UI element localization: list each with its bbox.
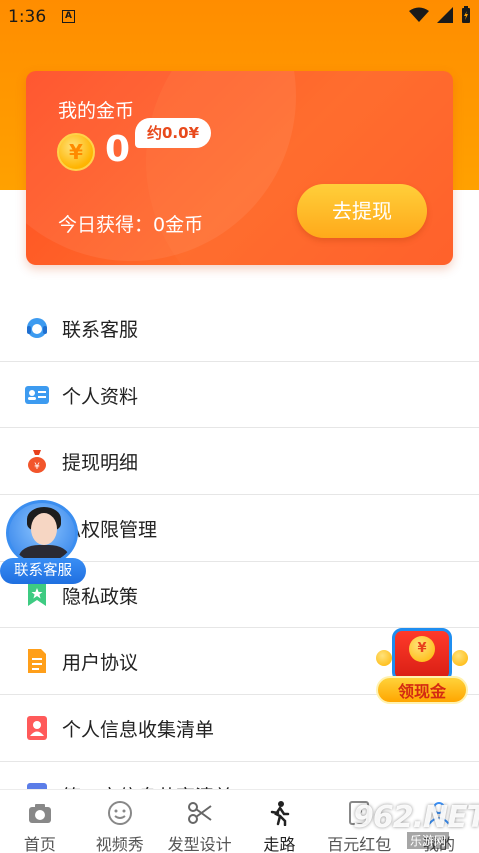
id-card-icon (25, 385, 49, 404)
claim-cash-label: 领现金 (376, 676, 468, 704)
menu-label: 个人信息收集清单 (62, 719, 215, 742)
nav-video-show[interactable]: 视频秀 (80, 790, 160, 853)
card-title: 我的金币 (58, 100, 135, 122)
menu-label: 提现明细 (62, 452, 139, 475)
coin-ball-icon (376, 650, 392, 666)
svg-text:¥: ¥ (34, 462, 40, 472)
menu-item-customer-service[interactable]: 联系客服 (0, 295, 479, 362)
floating-claim-cash[interactable]: ¥ 领现金 (372, 620, 472, 708)
person-card-icon (27, 716, 47, 741)
watermark-sub: 乐游网 (407, 832, 450, 849)
today-earned: 今日获得：0金币 (58, 214, 204, 236)
menu-label: 用户协议 (62, 652, 139, 675)
nav-home[interactable]: 首页 (0, 790, 80, 853)
document-icon (28, 649, 46, 674)
cash-coin-icon: ¥ (409, 636, 435, 662)
battery-icon (462, 6, 470, 23)
signal-icon (437, 7, 453, 23)
floating-service-label: 联系客服 (0, 558, 86, 584)
nav-label: 首页 (23, 835, 56, 853)
status-time: 1:36 (8, 7, 47, 27)
camera-icon (28, 804, 51, 823)
approx-value-badge: 约0.0¥ (135, 118, 212, 148)
menu-label: 个人资料 (62, 385, 139, 408)
headset-icon (27, 318, 47, 338)
coin-amount: 0 (105, 129, 131, 170)
watermark-text: 962.NET (353, 800, 479, 835)
status-right (409, 6, 471, 24)
menu-item-profile[interactable]: 个人资料 (0, 362, 479, 429)
nav-label: 发型设计 (167, 835, 232, 853)
scissors-icon (187, 802, 212, 824)
avatar-face (31, 513, 57, 545)
site-watermark: 962.NET 乐游网 (345, 800, 479, 853)
menu-item-withdraw-detail[interactable]: ¥ 提现明细 (0, 428, 479, 496)
menu-label: 联系客服 (62, 319, 139, 341)
money-bag-icon: ¥ (28, 450, 46, 474)
service-avatar (6, 500, 78, 566)
nav-label: 视频秀 (95, 835, 144, 853)
a-notification-icon: A (62, 10, 75, 23)
walking-icon (271, 801, 290, 826)
status-bar: 1:36 A (0, 0, 479, 34)
floating-customer-service[interactable]: 联系客服 (0, 498, 86, 588)
withdraw-button[interactable]: 去提现 (297, 184, 427, 238)
gold-coin-icon: ¥ (57, 133, 95, 171)
wifi-icon (409, 7, 429, 22)
nav-hair-design[interactable]: 发型设计 (160, 790, 240, 853)
smiley-icon (107, 801, 132, 825)
nav-label: 走路 (263, 835, 296, 853)
nav-walk[interactable]: 走路 (239, 790, 319, 853)
coin-card: 我的金币 ¥ 0 约0.0¥ 今日获得：0金币 去提现 (26, 71, 453, 265)
coin-ball-icon (452, 650, 468, 666)
